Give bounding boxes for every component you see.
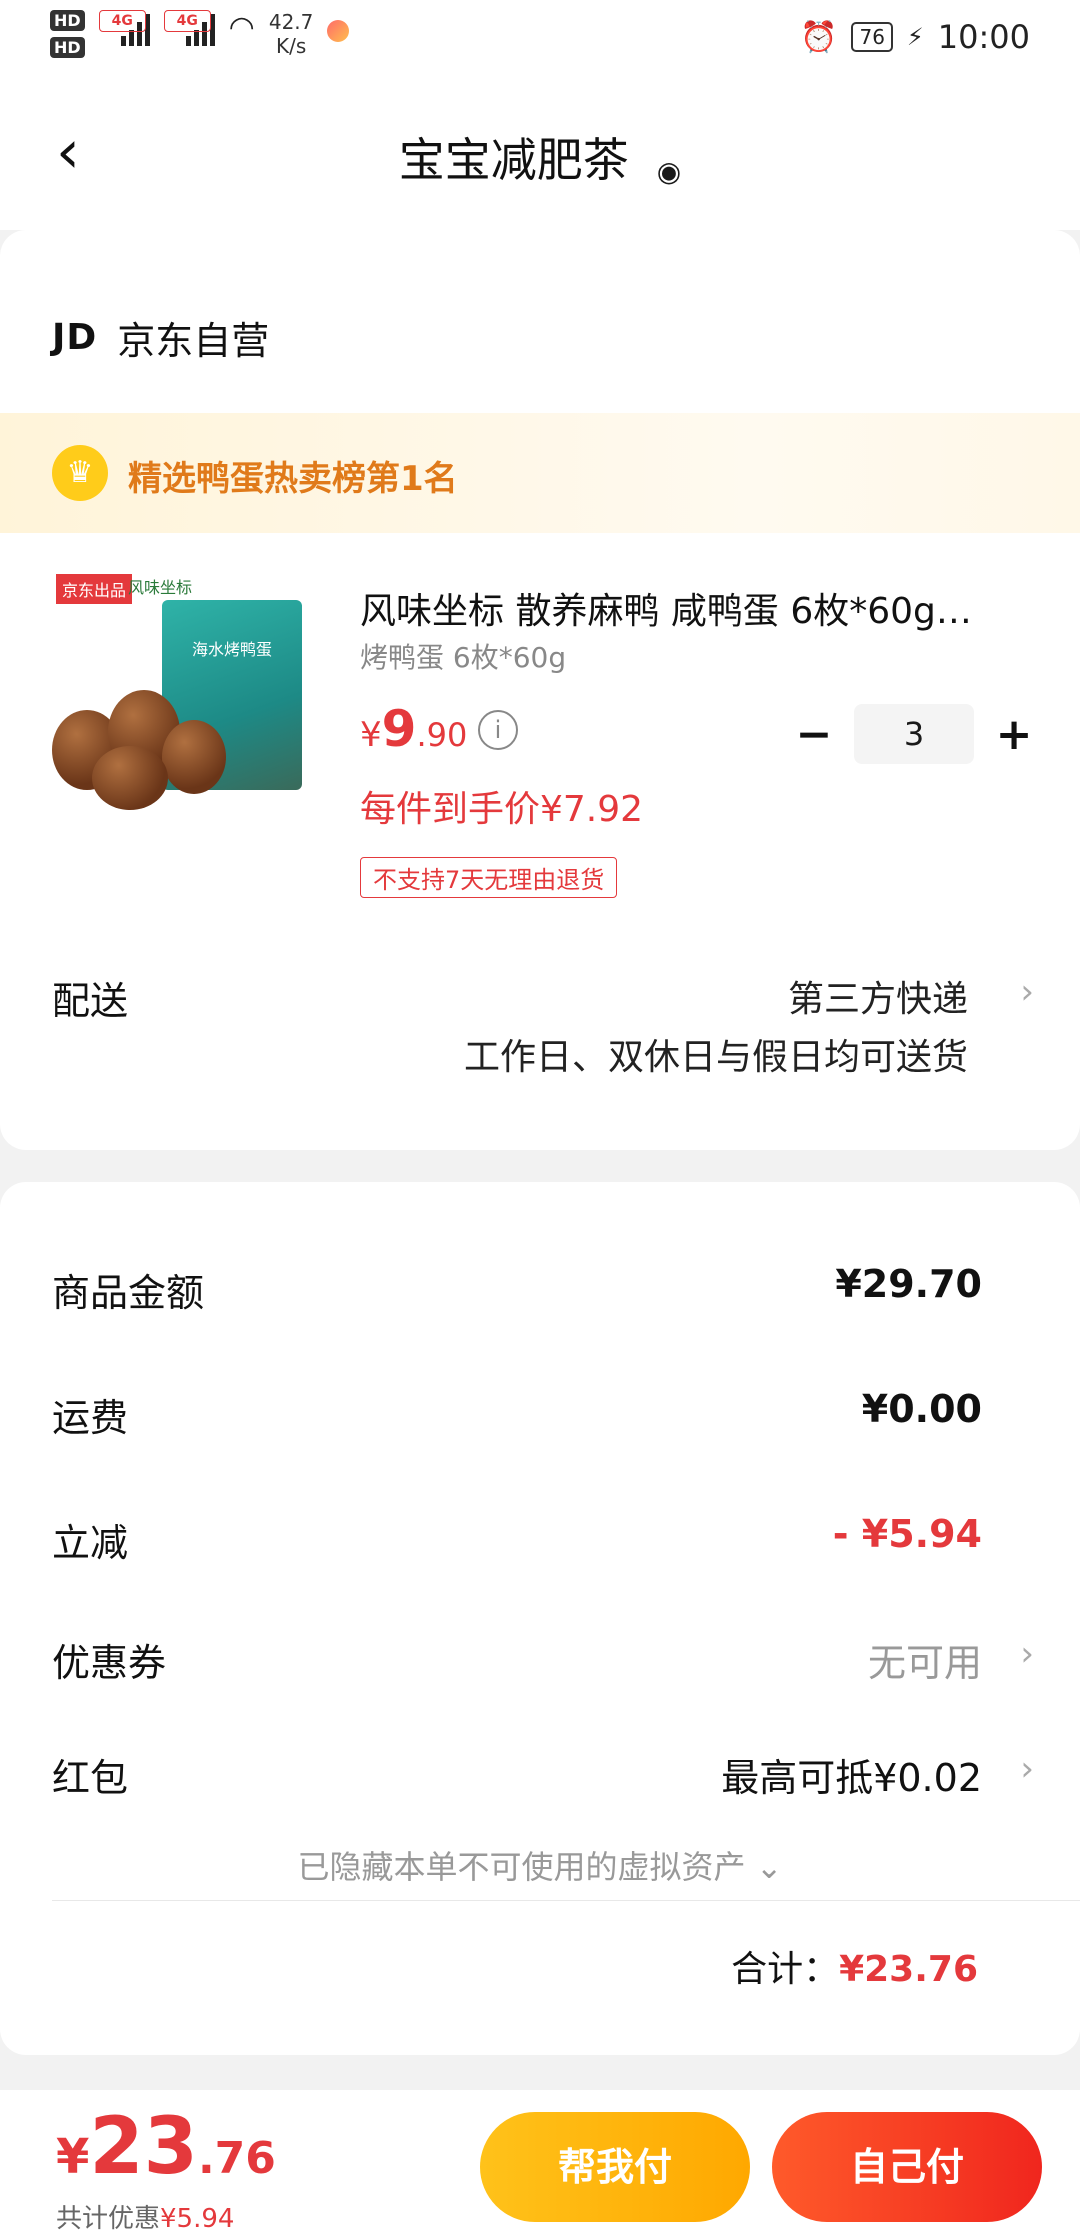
delivery-chevron-icon[interactable]: › bbox=[1020, 972, 1034, 1012]
goods-amount-value: ¥29.70 bbox=[835, 1262, 982, 1306]
product-name[interactable]: 风味坐标 散养麻鸭 咸鸭蛋 6枚*60g… bbox=[360, 582, 1020, 634]
page-title: 宝宝减肥茶 bbox=[398, 133, 629, 187]
hd-indicator: HD HD bbox=[50, 10, 85, 58]
coupon-row[interactable]: 优惠券 无可用 bbox=[52, 1632, 982, 1687]
no-return-tag: 不支持7天无理由退货 bbox=[360, 857, 618, 898]
total-value: ¥23.76 bbox=[839, 1949, 978, 1990]
signal1-icon: 4G bbox=[98, 10, 150, 46]
rank-text: 精选鸭蛋热卖榜第1名 bbox=[128, 459, 458, 499]
total-discount: 共计优惠¥5.94 bbox=[56, 2204, 235, 2234]
price-summary-card: 商品金额 ¥29.70 运费 ¥0.00 立减 - ¥5.94 优惠券 无可用 … bbox=[0, 1182, 1080, 2055]
hidden-assets-toggle[interactable]: 已隐藏本单不可使用的虚拟资产 ⌄ bbox=[0, 1842, 1080, 1888]
price-info-icon[interactable]: i bbox=[478, 710, 518, 750]
total-row: 合计：¥23.76 bbox=[731, 1940, 978, 1992]
battery-icon: 76 bbox=[851, 22, 893, 52]
wifi-icon: ◠ bbox=[228, 10, 255, 45]
trophy-icon: ♛ bbox=[52, 445, 108, 501]
coupon-label: 优惠券 bbox=[52, 1641, 167, 1685]
clock: 10:00 bbox=[937, 18, 1030, 56]
freight-label: 运费 bbox=[52, 1396, 129, 1440]
rank-banner[interactable]: ♛ 精选鸭蛋热卖榜第1名 bbox=[0, 413, 1080, 533]
divider bbox=[52, 1900, 1080, 1901]
goods-amount-row: 商品金额 ¥29.70 bbox=[52, 1262, 982, 1317]
redpacket-row[interactable]: 红包 最高可抵¥0.02 bbox=[52, 1747, 982, 1802]
app-notification-icon bbox=[327, 20, 350, 42]
hd1-badge: HD bbox=[50, 10, 85, 31]
freight-value: ¥0.00 bbox=[861, 1387, 982, 1431]
goods-amount-label: 商品金额 bbox=[52, 1271, 205, 1315]
location-pin-icon[interactable]: ◉ bbox=[657, 155, 681, 188]
product-spec[interactable]: 烤鸭蛋 6枚*60g bbox=[360, 636, 566, 676]
jd-brand-logo: 京东出品 bbox=[56, 574, 133, 604]
discount-label: 立减 bbox=[52, 1521, 129, 1565]
freight-row: 运费 ¥0.00 bbox=[52, 1387, 982, 1442]
redpacket-label: 红包 bbox=[52, 1756, 129, 1800]
delivery-method[interactable]: 第三方快递 bbox=[788, 970, 968, 1022]
quantity-stepper: − 3 + bbox=[786, 704, 1042, 764]
page-header: ‹ 宝宝减肥茶 ◉ bbox=[0, 80, 1080, 230]
coupon-value: 无可用 bbox=[867, 1641, 982, 1685]
alarm-icon: ⏰ bbox=[800, 19, 838, 55]
order-item-card: JD 京东自营 ♛ 精选鸭蛋热卖榜第1名 京东出品 风味坐标 海水烤鸭蛋 风味坐… bbox=[0, 230, 1080, 1150]
brand-logo: 风味坐标 bbox=[128, 578, 193, 597]
network-speed: 42.7 K/s bbox=[268, 10, 314, 58]
jd-logo-icon: JD bbox=[52, 317, 98, 358]
product-image[interactable]: 京东出品 风味坐标 海水烤鸭蛋 bbox=[52, 570, 312, 820]
pay-amount: ¥23.76 bbox=[56, 2102, 276, 2192]
total-label: 合计： bbox=[731, 1949, 840, 1990]
chevron-down-icon: ⌄ bbox=[755, 1848, 783, 1886]
checkout-bar: ¥23.76 共计优惠¥5.94 帮我付 自己付 bbox=[0, 2090, 1080, 2240]
discount-value: - ¥5.94 bbox=[832, 1512, 982, 1556]
charging-icon: ⚡ bbox=[906, 23, 924, 51]
shop-name-row[interactable]: JD 京东自营 bbox=[52, 310, 269, 365]
increase-button[interactable]: + bbox=[986, 709, 1042, 760]
discount-row: 立减 - ¥5.94 bbox=[52, 1512, 982, 1567]
coupon-chevron-icon[interactable]: › bbox=[1020, 1634, 1034, 1674]
shop-name: 京东自营 bbox=[117, 319, 270, 363]
help-pay-button[interactable]: 帮我付 bbox=[480, 2112, 750, 2222]
status-bar: HD HD 4G 4G ◠ 42.7 K/s ⏰ 76 ⚡ 10:00 bbox=[0, 0, 1080, 80]
unit-price: ¥9.90 bbox=[360, 700, 468, 758]
self-pay-button[interactable]: 自己付 bbox=[772, 2112, 1042, 2222]
decrease-button[interactable]: − bbox=[786, 709, 842, 760]
delivery-note: 工作日、双休日与假日均可送货 bbox=[463, 1037, 968, 1078]
hd2-badge: HD bbox=[50, 37, 85, 58]
each-price: 每件到手价¥7.92 bbox=[360, 789, 644, 830]
redpacket-chevron-icon[interactable]: › bbox=[1020, 1749, 1034, 1789]
redpacket-value: 最高可抵¥0.02 bbox=[721, 1756, 982, 1800]
quantity-input[interactable]: 3 bbox=[854, 704, 974, 764]
delivery-label: 配送 bbox=[52, 979, 129, 1023]
signal2-icon: 4G bbox=[163, 10, 215, 46]
